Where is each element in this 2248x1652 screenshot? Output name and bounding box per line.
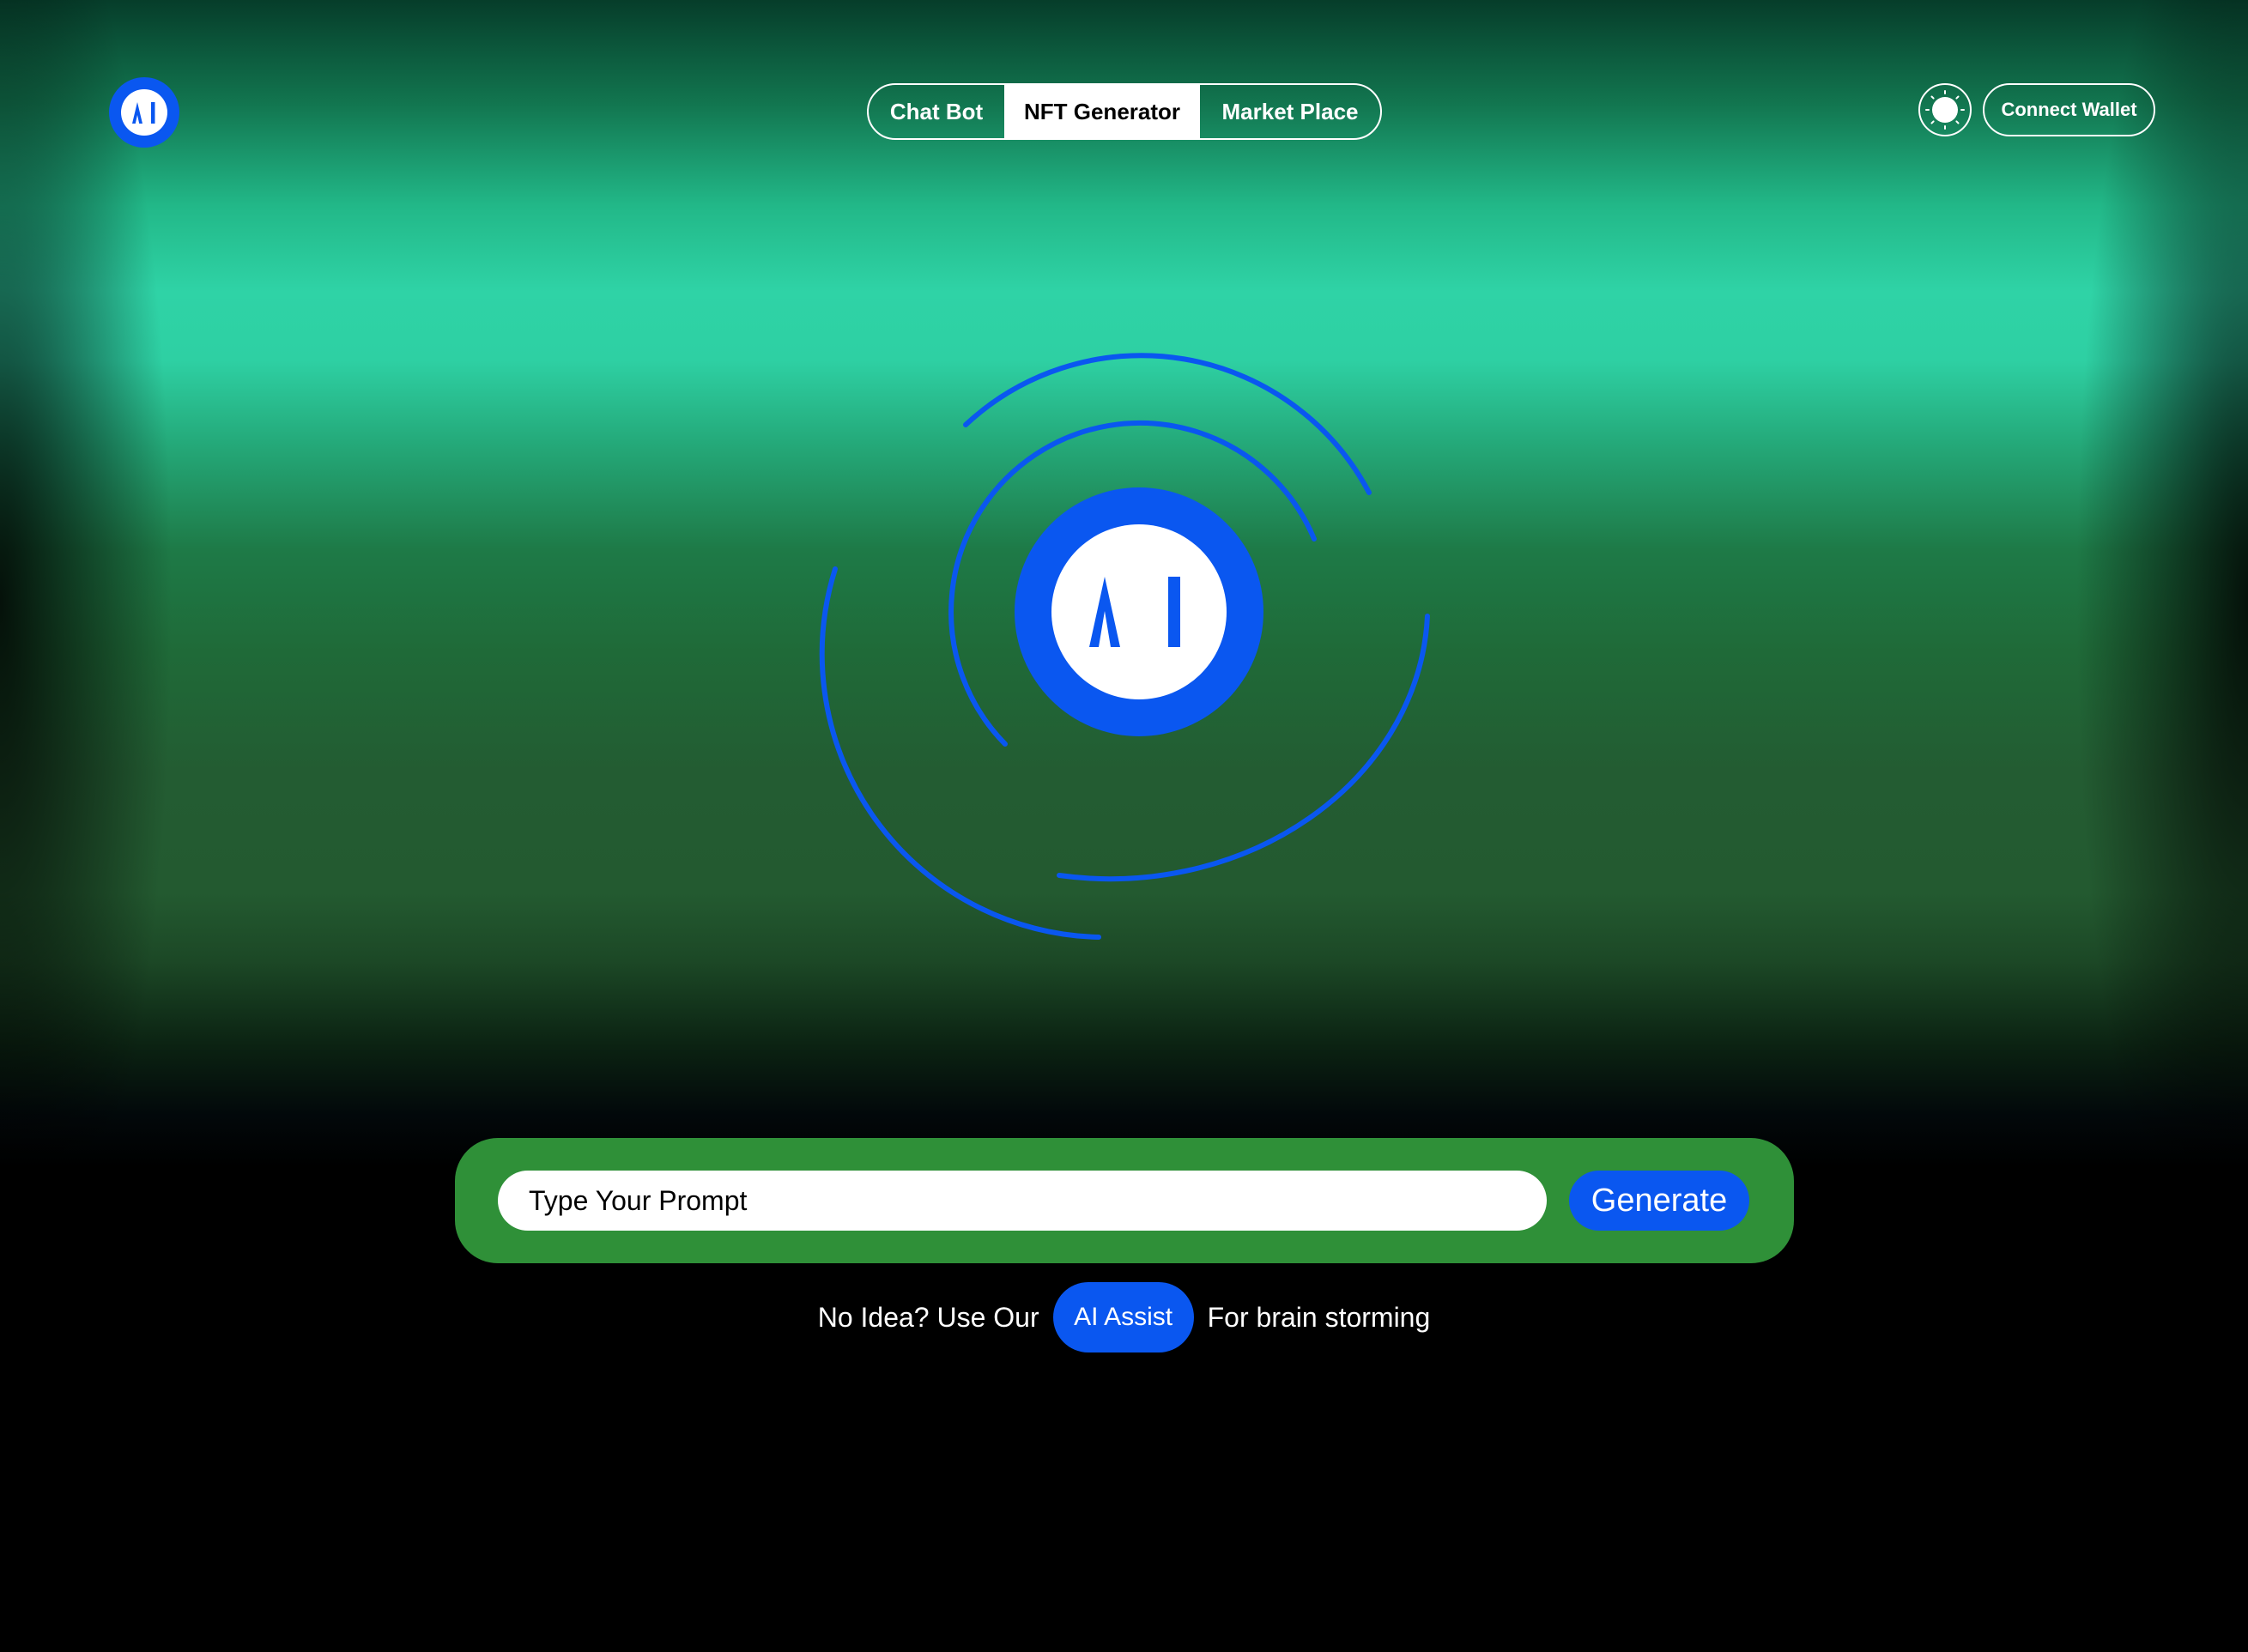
sun-icon — [1925, 90, 1965, 130]
ai-assist-hint: No Idea? Use Our AI Assist For brain sto… — [0, 1282, 2248, 1352]
center-ai-logo-inner — [1051, 524, 1227, 699]
hint-text-after: For brain storming — [1207, 1301, 1431, 1333]
generate-button[interactable]: Generate — [1569, 1171, 1749, 1231]
page: Chat Bot NFT Generator Market Place Conn… — [0, 0, 2248, 1652]
connect-wallet-button[interactable]: Connect Wallet — [1983, 83, 2155, 136]
center-ai-logo — [1015, 487, 1263, 736]
prompt-input[interactable] — [498, 1171, 1547, 1231]
tab-market-place[interactable]: Market Place — [1200, 85, 1380, 138]
tab-nft-generator[interactable]: NFT Generator — [1004, 85, 1200, 138]
ai-logo-icon — [132, 102, 155, 124]
ai-logo-icon — [1089, 577, 1180, 647]
brand-logo[interactable] — [109, 77, 179, 148]
tab-chat-bot[interactable]: Chat Bot — [869, 85, 1004, 138]
brand-logo-inner — [121, 89, 167, 136]
theme-toggle-button[interactable] — [1918, 83, 1972, 136]
main-nav: Chat Bot NFT Generator Market Place — [867, 83, 1382, 140]
ai-assist-button[interactable]: AI Assist — [1052, 1282, 1194, 1352]
prompt-bar: Generate — [455, 1138, 1794, 1263]
outer-ring-top-arc — [963, 353, 1372, 495]
hint-text-before: No Idea? Use Our — [817, 1301, 1039, 1333]
orbit-rings-graphic — [819, 353, 1430, 940]
